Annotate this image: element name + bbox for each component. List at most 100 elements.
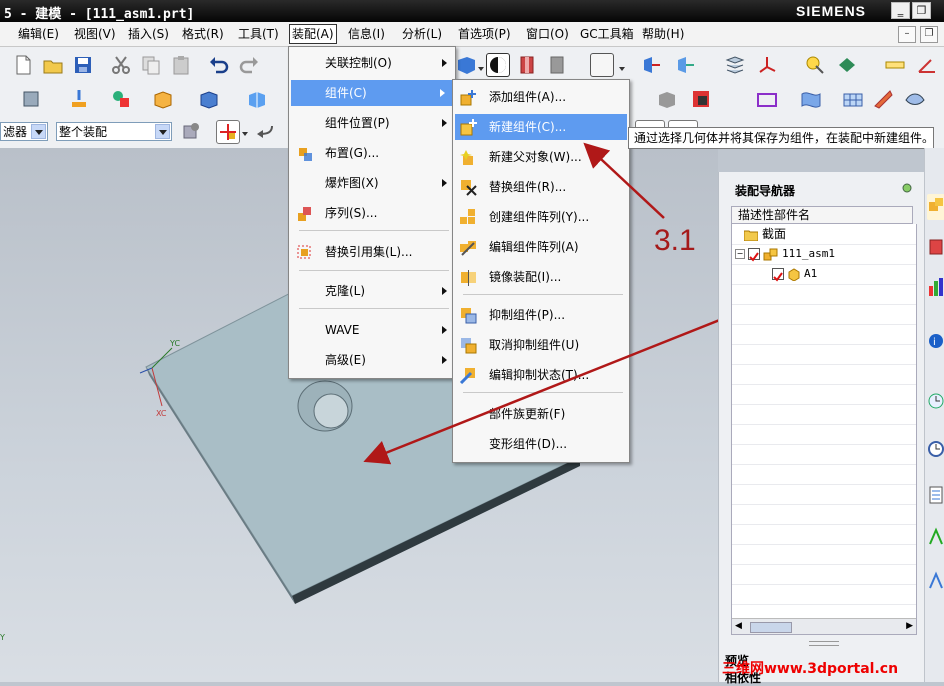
new-file-icon[interactable] <box>12 54 34 76</box>
roles-tab-icon[interactable] <box>927 524 944 550</box>
process-studio-tab-icon[interactable] <box>927 482 944 508</box>
background-color-dropdown-icon[interactable] <box>619 67 625 71</box>
menu-gc-toolbox[interactable]: GC工具箱 <box>578 25 636 43</box>
scroll-right-icon[interactable]: ▶ <box>906 621 913 631</box>
assembly-navigator-icon[interactable] <box>20 88 42 110</box>
blend-surface-icon[interactable] <box>872 88 894 110</box>
menu-insert[interactable]: 插入(S) <box>126 25 171 43</box>
selection-priority-icon[interactable] <box>180 120 202 142</box>
chevron-down-icon[interactable] <box>31 124 46 139</box>
menu-item-unsuppress-component[interactable]: 取消抑制组件(U) <box>453 332 629 358</box>
hidden-edge-icon[interactable] <box>546 54 568 76</box>
add-component-toolbar-icon[interactable] <box>68 88 90 110</box>
menu-item-suppress-component[interactable]: 抑制组件(P)... <box>453 302 629 328</box>
restore-button[interactable]: ❐ <box>912 2 931 19</box>
orient-view-icon[interactable] <box>640 54 662 76</box>
menu-item-components[interactable]: 组件(C) <box>291 80 453 106</box>
menu-item-wave[interactable]: WAVE <box>289 317 455 343</box>
constraint-navigator-tab-icon[interactable] <box>927 234 944 260</box>
menu-item-sequence[interactable]: 序列(S)... <box>289 200 455 226</box>
menu-help[interactable]: 帮助(H) <box>640 25 686 43</box>
component-checkbox[interactable] <box>772 268 784 282</box>
accept-arrow-icon[interactable] <box>254 120 276 142</box>
surface-patch-icon[interactable] <box>756 88 778 110</box>
menu-item-edit-suppression-state[interactable]: 编辑抑制状态(T)... <box>453 362 629 388</box>
tree-row-sections[interactable]: 截面 <box>732 224 916 245</box>
horizontal-scrollbar[interactable]: ◀ ▶ <box>732 618 916 634</box>
paste-icon[interactable] <box>170 54 192 76</box>
measure-angle-icon[interactable] <box>916 54 938 76</box>
system-scenes-tab-icon[interactable] <box>927 568 944 594</box>
shaded-view-icon[interactable] <box>455 54 477 76</box>
wcs-icon[interactable] <box>756 54 778 76</box>
menu-item-component-position[interactable]: 组件位置(P) <box>289 110 455 136</box>
assembly-navigator-tab-icon[interactable] <box>927 194 944 220</box>
offset-surface-icon[interactable] <box>904 88 926 110</box>
copy-icon[interactable] <box>140 54 162 76</box>
menu-tools[interactable]: 工具(T) <box>236 25 281 43</box>
menu-item-advanced[interactable]: 高级(E) <box>289 347 455 373</box>
minimize-button[interactable]: ‗ <box>891 2 910 19</box>
scroll-left-icon[interactable]: ◀ <box>735 621 742 631</box>
menu-window[interactable]: 窗口(O) <box>524 25 571 43</box>
menu-assembly[interactable]: 装配(A) <box>289 24 337 44</box>
component-array-icon[interactable] <box>152 88 174 110</box>
collapse-toggle-icon[interactable]: − <box>735 249 745 259</box>
type-filter-combo[interactable]: 滤器 <box>0 122 48 141</box>
menu-item-replace-component[interactable]: 替换组件(R)... <box>453 174 629 200</box>
history-tab-icon[interactable] <box>927 388 944 414</box>
background-color-icon[interactable] <box>590 53 614 77</box>
tree-row-assembly[interactable]: − 111_asm1 <box>732 244 916 265</box>
clearance-icon[interactable] <box>690 88 712 110</box>
navigator-column-header[interactable]: 描述性部件名 <box>731 206 913 224</box>
menu-item-add-component[interactable]: 添加组件(A)... <box>453 84 629 110</box>
menu-item-exploded-views[interactable]: 爆炸图(X) <box>289 170 455 196</box>
redo-icon[interactable] <box>238 54 260 76</box>
navigator-tree[interactable]: 截面 − 111_asm1 A1 ◀ ▶ <box>731 224 917 635</box>
menu-item-edit-component-array[interactable]: 编辑组件阵列(A) <box>453 234 629 260</box>
scroll-thumb[interactable] <box>750 622 792 633</box>
mdi-restore-button[interactable]: ❐ <box>920 26 938 43</box>
menu-item-arrangements[interactable]: 布置(G)... <box>289 140 455 166</box>
selection-scope-combo[interactable]: 整个装配 <box>56 122 172 141</box>
replace-view-icon[interactable] <box>674 54 696 76</box>
menu-information[interactable]: 信息(I) <box>346 25 387 43</box>
measure-distance-icon[interactable] <box>884 54 906 76</box>
snap-dropdown-icon[interactable] <box>242 132 248 136</box>
layer-settings-icon[interactable] <box>724 54 746 76</box>
render-style-icon[interactable] <box>486 53 510 77</box>
edge-display-icon[interactable] <box>516 54 538 76</box>
save-icon[interactable] <box>72 54 94 76</box>
select-filter-icon[interactable] <box>804 54 826 76</box>
snap-point-icon[interactable] <box>836 54 858 76</box>
tree-row-component[interactable]: A1 <box>732 264 916 285</box>
assembly-checkbox[interactable] <box>748 248 760 262</box>
menu-item-new-parent[interactable]: 新建父对象(W)... <box>453 144 629 170</box>
menu-view[interactable]: 视图(V) <box>72 25 118 43</box>
part-navigator-tab-icon[interactable] <box>927 274 944 300</box>
menu-item-deform-component[interactable]: 变形组件(D)... <box>453 431 629 457</box>
menu-analysis[interactable]: 分析(L) <box>400 25 444 43</box>
pin-icon[interactable] <box>901 182 913 197</box>
menu-item-create-new-component[interactable]: 新建组件(C)... <box>455 114 627 140</box>
cut-icon[interactable] <box>110 54 132 76</box>
open-folder-icon[interactable] <box>42 54 64 76</box>
chevron-down-icon[interactable] <box>155 124 170 139</box>
menu-format[interactable]: 格式(R) <box>180 25 226 43</box>
new-parent-toolbar-icon[interactable] <box>110 88 132 110</box>
ruled-surface-icon[interactable] <box>800 88 822 110</box>
menu-item-cloning[interactable]: 克隆(L) <box>289 278 455 304</box>
shaded-view-dropdown-icon[interactable] <box>478 67 484 71</box>
mesh-surface-icon[interactable] <box>842 88 864 110</box>
menu-item-create-component-array[interactable]: 创建组件阵列(Y)... <box>453 204 629 230</box>
undo-icon[interactable] <box>208 54 230 76</box>
menu-item-replace-reference-set[interactable]: 替换引用集(L)... <box>289 239 455 265</box>
internet-explorer-tab-icon[interactable]: i <box>927 328 944 354</box>
panel-splitter[interactable] <box>809 641 839 646</box>
menu-edit[interactable]: 编辑(E) <box>16 25 61 43</box>
menu-preferences[interactable]: 首选项(P) <box>456 25 513 43</box>
menu-item-mirror-assembly[interactable]: 镜像装配(I)... <box>453 264 629 290</box>
mdi-minimize-button[interactable]: – <box>898 26 916 43</box>
menu-item-interpart-control[interactable]: 关联控制(O) <box>289 50 455 76</box>
explode-view-icon[interactable] <box>246 88 268 110</box>
